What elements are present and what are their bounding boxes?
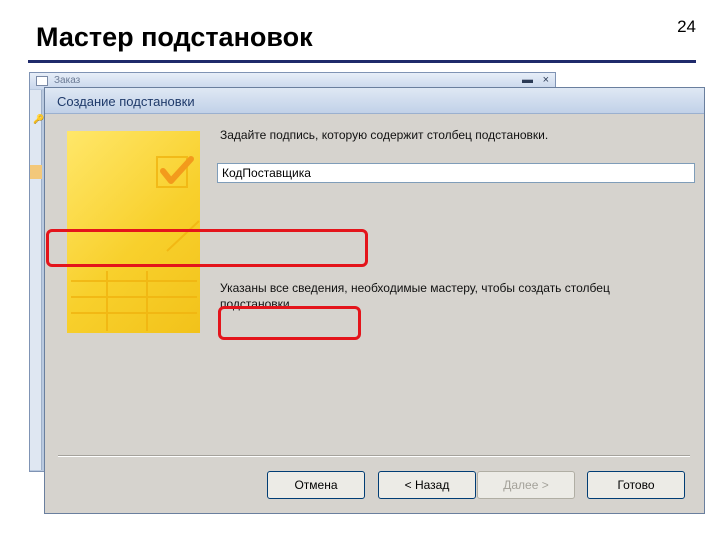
button-separator xyxy=(58,455,690,457)
background-window-title: Заказ xyxy=(54,75,81,86)
lookup-wizard-dialog: Создание подстановки Задайте подпись, ко… xyxy=(44,87,705,514)
close-icon[interactable]: × xyxy=(543,74,549,86)
selected-row-marker[interactable] xyxy=(30,165,42,179)
minimize-icon[interactable]: ▬ xyxy=(522,74,533,86)
key-icon: 🔑 xyxy=(33,114,45,124)
column-caption-input[interactable] xyxy=(217,163,695,183)
dialog-title: Создание подстановки xyxy=(57,94,195,109)
back-button[interactable]: < Назад xyxy=(378,471,476,499)
title-divider xyxy=(28,60,696,63)
caption-prompt: Задайте подпись, которую содержит столбе… xyxy=(220,128,549,142)
highlight-frame-info xyxy=(218,306,361,340)
highlight-frame-caption xyxy=(46,229,368,267)
table-icon xyxy=(36,76,48,86)
record-selector-column: 🔑 xyxy=(30,90,45,470)
slide-number: 24 xyxy=(677,17,696,36)
slide-title: Мастер подстановок xyxy=(36,22,313,52)
dialog-titlebar: Создание подстановки xyxy=(45,88,704,114)
info-line-1: Указаны все сведения, необходимые мастер… xyxy=(220,281,610,295)
next-button[interactable]: Далее > xyxy=(477,471,575,499)
cancel-button[interactable]: Отмена xyxy=(267,471,365,499)
finish-button[interactable]: Готово xyxy=(587,471,685,499)
